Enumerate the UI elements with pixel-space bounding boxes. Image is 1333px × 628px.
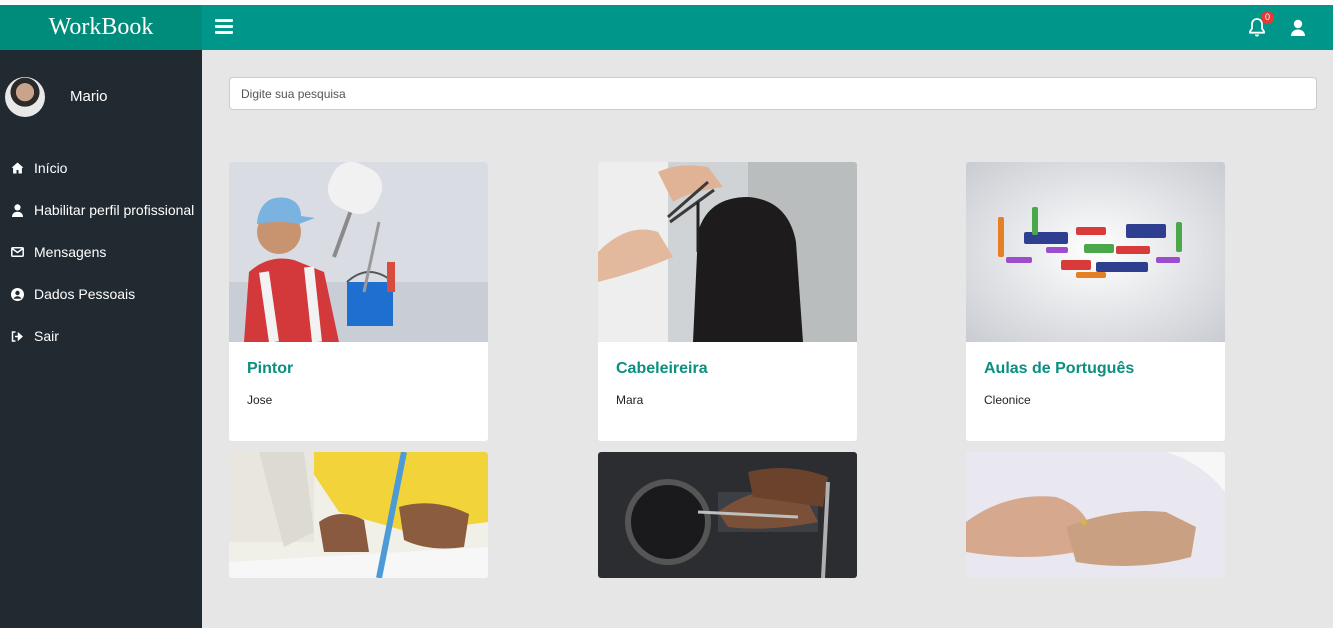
sidebar-item-sair[interactable]: Sair bbox=[0, 315, 202, 357]
user-icon[interactable] bbox=[1290, 19, 1306, 37]
card-owner: Jose bbox=[247, 393, 273, 407]
sidebar-item-inicio[interactable]: Início bbox=[0, 147, 202, 189]
sidebar: Mario Início Habilitar perfil profission… bbox=[0, 50, 202, 628]
top-navbar: 0 bbox=[202, 5, 1333, 50]
avatar[interactable] bbox=[5, 77, 45, 117]
sign-out-icon bbox=[11, 330, 24, 343]
service-card-mecanico[interactable] bbox=[598, 452, 857, 578]
sidebar-item-label: Dados Pessoais bbox=[34, 286, 136, 302]
card-title: Pintor bbox=[247, 360, 294, 377]
service-card-cabeleireira[interactable]: Cabeleireira Mara bbox=[598, 162, 857, 441]
sidebar-item-label: Habilitar perfil profissional bbox=[34, 202, 195, 218]
service-card-cuidador[interactable] bbox=[966, 452, 1225, 578]
notification-badge: 0 bbox=[1261, 11, 1274, 24]
sidebar-item-label: Início bbox=[34, 160, 68, 176]
service-card-pintor[interactable]: Pintor Jose bbox=[229, 162, 488, 441]
search-input[interactable] bbox=[229, 77, 1317, 110]
sewing-image bbox=[229, 452, 488, 578]
sidebar-item-habilitar-perfil[interactable]: Habilitar perfil profissional bbox=[0, 189, 202, 231]
user-icon bbox=[11, 203, 24, 217]
sidebar-item-label: Sair bbox=[34, 328, 59, 344]
sidebar-item-mensagens[interactable]: Mensagens bbox=[0, 231, 202, 273]
hamburger-menu-icon[interactable] bbox=[215, 19, 233, 35]
sidebar-menu: Início Habilitar perfil profissional Men… bbox=[0, 147, 202, 357]
user-circle-icon bbox=[11, 287, 24, 301]
home-icon bbox=[11, 162, 24, 175]
card-owner: Mara bbox=[616, 393, 644, 407]
caregiver-image bbox=[966, 452, 1225, 578]
card-title: Aulas de Português bbox=[984, 360, 1135, 377]
user-name: Mario bbox=[70, 88, 108, 105]
brand-logo[interactable]: WorkBook bbox=[0, 5, 202, 50]
card-owner: Cleonice bbox=[984, 393, 1031, 407]
card-title: Cabeleireira bbox=[616, 360, 708, 377]
envelope-icon bbox=[11, 246, 24, 259]
word-cloud-image bbox=[966, 162, 1225, 342]
sidebar-item-dados-pessoais[interactable]: Dados Pessoais bbox=[0, 273, 202, 315]
sidebar-item-label: Mensagens bbox=[34, 244, 107, 260]
service-card-costura[interactable] bbox=[229, 452, 488, 578]
main-content: Pintor Jose Cabeleireira Mara bbox=[202, 50, 1333, 628]
service-card-aulas-portugues[interactable]: Aulas de Português Cleonice bbox=[966, 162, 1225, 441]
painter-image bbox=[229, 162, 488, 342]
mechanic-image bbox=[598, 452, 857, 578]
hairdresser-image bbox=[598, 162, 857, 342]
